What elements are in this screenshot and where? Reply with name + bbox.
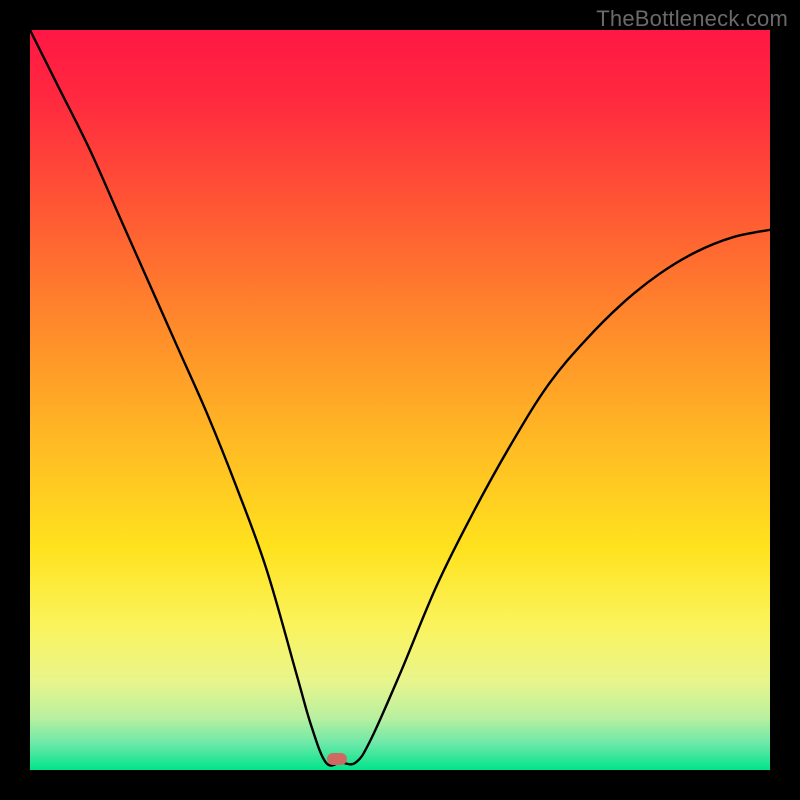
- watermark-text: TheBottleneck.com: [596, 6, 788, 32]
- bottleneck-curve: [30, 30, 770, 770]
- optimum-marker: [327, 753, 347, 765]
- chart-frame: TheBottleneck.com: [0, 0, 800, 800]
- plot-area: [30, 30, 770, 770]
